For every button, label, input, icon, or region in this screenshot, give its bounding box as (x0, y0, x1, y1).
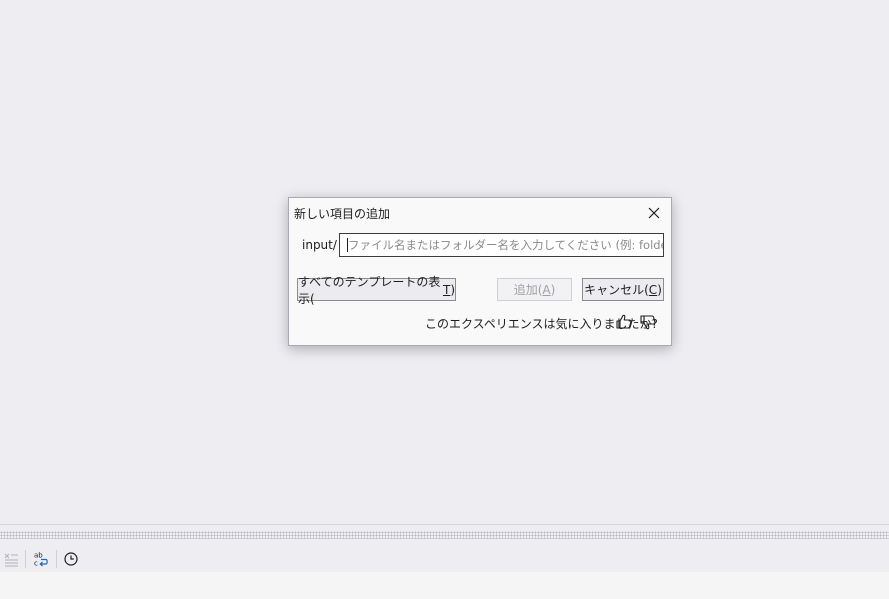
dialog-title: 新しい項目の追加 (294, 207, 391, 221)
mnemonic-a: A (542, 282, 551, 297)
cancel-button[interactable]: キャンセル(C) (582, 278, 664, 301)
clear-all-icon[interactable] (2, 546, 20, 572)
mnemonic-c: C (648, 282, 658, 297)
item-name-input[interactable] (339, 233, 664, 257)
panel-resize-grip[interactable] (0, 531, 889, 539)
paren-close: ) (550, 282, 556, 297)
show-all-templates-label: すべてのテンプレートの表示( (298, 274, 441, 306)
svg-text:ab: ab (34, 552, 43, 560)
text-caret (347, 238, 348, 252)
panel-splitter-line (0, 524, 889, 525)
mnemonic-t: T (442, 282, 451, 297)
show-all-templates-button[interactable]: すべてのテンプレートの表示(T) (297, 275, 456, 306)
add-label: 追加( (513, 283, 543, 297)
add-button[interactable]: 追加(A) (497, 278, 572, 301)
clock-icon[interactable] (62, 546, 80, 572)
output-toolbar: ab c (0, 546, 889, 572)
svg-text:c: c (34, 560, 38, 568)
toolbar-separator (56, 550, 57, 568)
add-new-item-dialog: 新しい項目の追加 input/ すべてのテンプレートの表示(T) 追加(A) キ… (288, 197, 672, 346)
toolbar-separator (25, 550, 26, 568)
cancel-label: キャンセル( (584, 283, 649, 297)
paren-close: ) (657, 282, 662, 297)
panel-footer (0, 572, 889, 599)
path-prefix-label: input/ (302, 238, 337, 252)
thumbs-down-icon[interactable] (639, 313, 657, 331)
thumbs-up-icon[interactable] (615, 313, 633, 331)
paren-close: ) (450, 282, 455, 297)
close-icon[interactable] (646, 205, 662, 221)
word-wrap-icon[interactable]: ab c (31, 546, 51, 572)
